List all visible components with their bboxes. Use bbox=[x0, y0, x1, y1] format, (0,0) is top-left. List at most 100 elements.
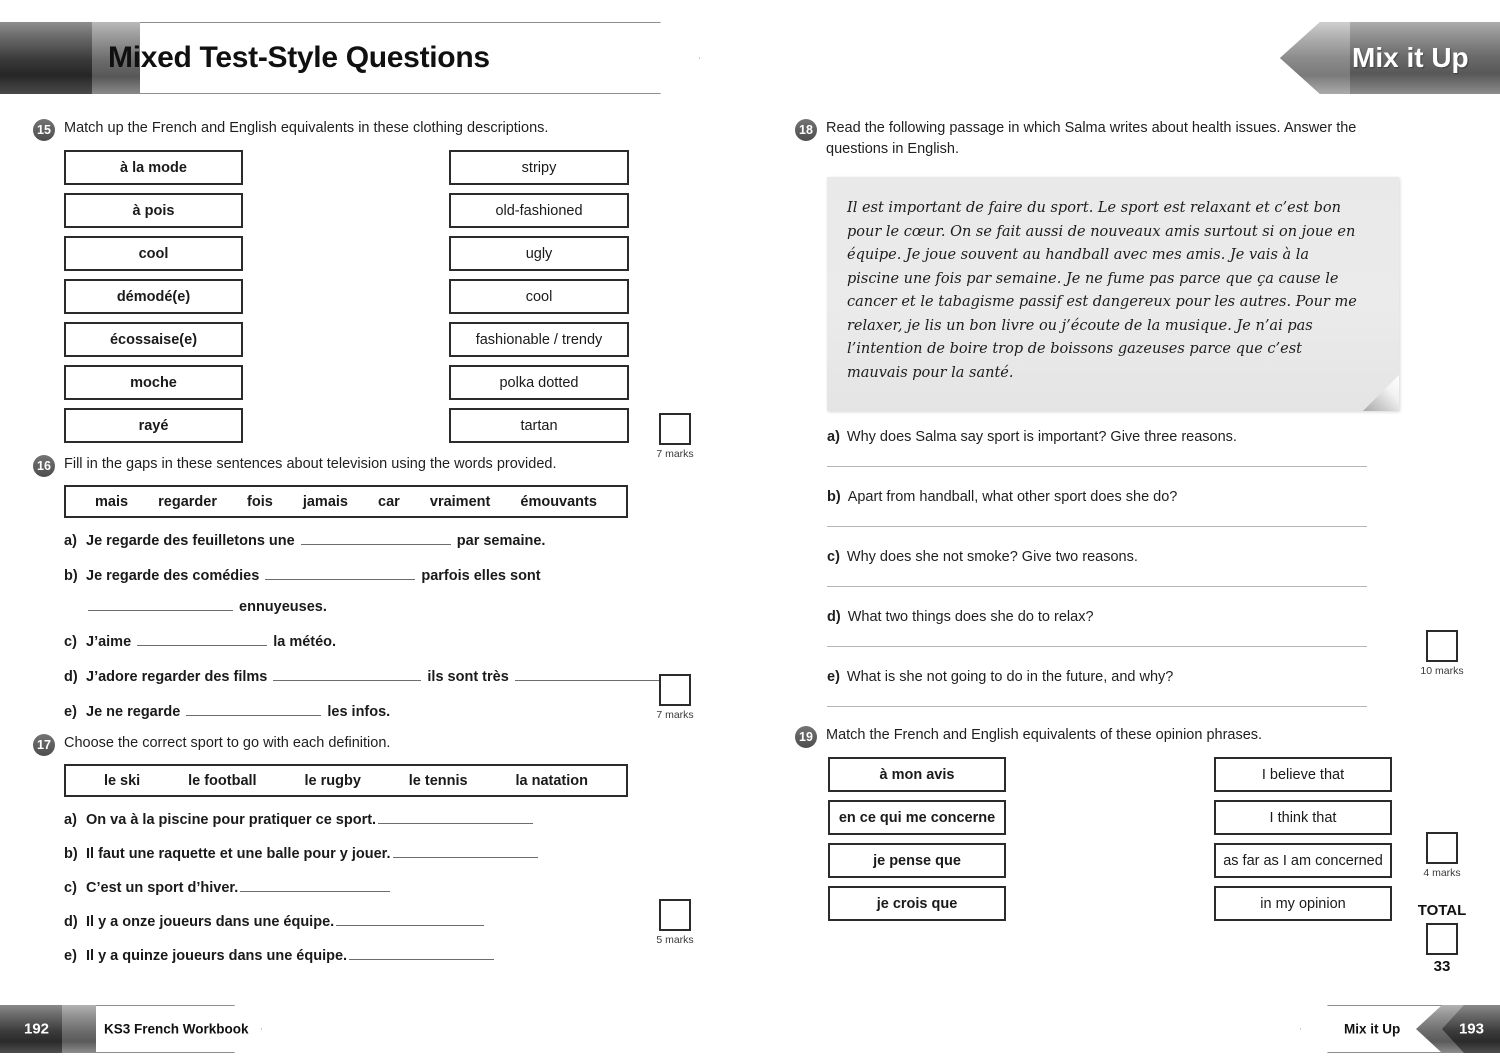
answer-blank[interactable] bbox=[336, 912, 485, 926]
page-title: Mixed Test-Style Questions bbox=[108, 41, 490, 74]
question-prompt: Fill in the gaps in these sentences abou… bbox=[64, 456, 557, 472]
word-bank-item: le tennis bbox=[408, 772, 468, 789]
q17-definition-sentences: a) On va à la piscine pour pratiquer ce s… bbox=[64, 810, 733, 964]
answer-line[interactable] bbox=[827, 526, 1367, 528]
match-box-english[interactable]: polka dotted bbox=[449, 365, 629, 400]
marks-entry-box[interactable] bbox=[1426, 832, 1458, 864]
footer-book-title: KS3 French Workbook bbox=[104, 1021, 249, 1037]
match-box-french[interactable]: démodé(e) bbox=[64, 279, 243, 314]
match-box-english[interactable]: old-fashioned bbox=[449, 193, 629, 228]
right-page-column: 18 Read the following passage in which S… bbox=[795, 118, 1475, 932]
page-curl-icon bbox=[1363, 375, 1399, 412]
match-box-english[interactable]: tartan bbox=[449, 408, 629, 443]
question-prompt: Read the following passage in which Salm… bbox=[826, 120, 1357, 157]
sentence-text: Je ne regarde bbox=[86, 704, 185, 720]
question-prompt: Choose the correct sport to go with each… bbox=[64, 735, 391, 751]
q16-word-bank: mais regarder fois jamais car vraiment émouvan… bbox=[64, 485, 628, 518]
answer-blank[interactable] bbox=[378, 810, 534, 824]
sentence-text: Il y a quinze joueurs dans une équipe. bbox=[86, 948, 348, 964]
match-box-french[interactable]: je crois que bbox=[828, 886, 1006, 922]
item-label: c) bbox=[64, 880, 77, 896]
gap-sentence: a) Je regarde des feuilletons une par sem… bbox=[64, 531, 733, 549]
answer-blank[interactable] bbox=[514, 667, 660, 681]
marks-entry-box[interactable] bbox=[659, 674, 691, 706]
gap-sentence: b) Je regarde des comédies parfois elles … bbox=[64, 566, 733, 584]
match-box-english[interactable]: I believe that bbox=[1214, 757, 1392, 793]
marks-entry-box[interactable] bbox=[1426, 630, 1458, 662]
answer-question: e) What is she not going to do in the fut… bbox=[827, 669, 1475, 708]
question-text: Why does she not smoke? Give two reasons… bbox=[846, 549, 1138, 566]
match-box-french[interactable]: à mon avis bbox=[828, 757, 1006, 793]
match-box-english[interactable]: stripy bbox=[449, 150, 629, 185]
question-16: 16 Fill in the gaps in these sentences a… bbox=[33, 454, 733, 477]
question-prompt: Match the French and English equivalents… bbox=[826, 727, 1263, 744]
answer-blank[interactable] bbox=[88, 597, 233, 611]
word-bank-item: le ski bbox=[103, 772, 141, 789]
match-box-french[interactable]: en ce qui me concerne bbox=[828, 800, 1006, 836]
q18-answer-questions: a) Why does Salma say sport is important?… bbox=[827, 429, 1475, 708]
footer-left: 192 KS3 French Workbook bbox=[0, 1005, 262, 1053]
sentence-text: C’est un sport d’hiver. bbox=[86, 880, 239, 896]
match-box-french[interactable]: écossaise(e) bbox=[64, 322, 243, 357]
marks-entry-box[interactable] bbox=[659, 899, 691, 931]
item-label: a) bbox=[64, 533, 77, 549]
definition-sentence: b) Il faut une raquette et une balle pour… bbox=[64, 844, 733, 862]
item-label: b) bbox=[64, 846, 78, 862]
page-header-left: Mixed Test-Style Questions bbox=[0, 22, 700, 94]
sentence-text: J’adore regarder des films bbox=[86, 669, 272, 685]
match-box-french[interactable]: à la mode bbox=[64, 150, 243, 185]
word-bank-item: le rugby bbox=[304, 772, 361, 789]
question-text: What two things does she do to relax? bbox=[847, 609, 1094, 626]
answer-blank[interactable] bbox=[137, 632, 268, 646]
marks-entry-box[interactable] bbox=[659, 413, 691, 445]
item-label: a) bbox=[64, 812, 77, 828]
definition-sentence: d) Il y a onze joueurs dans une équipe. bbox=[64, 912, 733, 930]
match-box-french[interactable]: rayé bbox=[64, 408, 243, 443]
answer-line[interactable] bbox=[827, 646, 1367, 648]
answer-line[interactable] bbox=[827, 466, 1367, 468]
match-box-english[interactable]: cool bbox=[449, 279, 629, 314]
total-marks: TOTAL 33 bbox=[1412, 902, 1472, 975]
answer-blank[interactable] bbox=[240, 878, 391, 892]
answer-line[interactable] bbox=[827, 586, 1367, 588]
answer-line[interactable] bbox=[827, 706, 1367, 708]
answer-blank[interactable] bbox=[349, 946, 495, 960]
answer-blank[interactable] bbox=[392, 844, 538, 858]
q15-english-column: stripy old-fashioned ugly cool fashionable /… bbox=[449, 150, 629, 451]
q15-marks: 7 marks bbox=[645, 413, 705, 460]
match-box-english[interactable]: ugly bbox=[449, 236, 629, 271]
match-box-french[interactable]: à pois bbox=[64, 193, 243, 228]
sentence-text: On va à la piscine pour pratiquer ce spo… bbox=[86, 812, 377, 828]
answer-blank[interactable] bbox=[265, 566, 416, 580]
match-box-english[interactable]: fashionable / trendy bbox=[449, 322, 629, 357]
marks-label: 7 marks bbox=[656, 709, 694, 721]
item-label: b) bbox=[64, 568, 78, 584]
question-17: 17 Choose the correct sport to go with e… bbox=[33, 733, 733, 756]
item-label: e) bbox=[827, 669, 840, 686]
match-box-english[interactable]: in my opinion bbox=[1214, 886, 1392, 922]
match-box-english[interactable]: I think that bbox=[1214, 800, 1392, 836]
match-box-french[interactable]: moche bbox=[64, 365, 243, 400]
definition-sentence: e) Il y a quinze joueurs dans une équipe. bbox=[64, 946, 733, 964]
definition-sentence: a) On va à la piscine pour pratiquer ce s… bbox=[64, 810, 733, 828]
answer-blank[interactable] bbox=[186, 702, 322, 716]
sentence-text: Je regarde des feuilletons une bbox=[86, 533, 299, 549]
match-box-french[interactable]: cool bbox=[64, 236, 243, 271]
question-number-badge: 19 bbox=[795, 726, 817, 749]
answer-blank[interactable] bbox=[273, 667, 422, 681]
total-label: TOTAL bbox=[1417, 902, 1467, 919]
marks-label: 7 marks bbox=[656, 448, 694, 460]
answer-question: c) Why does she not smoke? Give two reaso… bbox=[827, 549, 1475, 588]
q16-marks: 7 marks bbox=[645, 674, 705, 721]
gap-sentence: d) J’adore regarder des films ils sont tr… bbox=[64, 667, 733, 685]
answer-blank[interactable] bbox=[300, 531, 451, 545]
question-prompt: Match up the French and English equivale… bbox=[64, 120, 549, 136]
word-bank-item: vraiment bbox=[429, 493, 491, 510]
match-box-english[interactable]: as far as I am concerned bbox=[1214, 843, 1392, 879]
total-entry-box[interactable] bbox=[1426, 923, 1458, 955]
word-bank-item: émouvants bbox=[520, 493, 597, 510]
left-page-column: 15 Match up the French and English equiv… bbox=[33, 118, 733, 980]
q15-french-column: à la mode à pois cool démodé(e) écossaise(e)… bbox=[64, 150, 243, 451]
question-text: Why does Salma say sport is important? G… bbox=[846, 429, 1237, 446]
match-box-french[interactable]: je pense que bbox=[828, 843, 1006, 879]
